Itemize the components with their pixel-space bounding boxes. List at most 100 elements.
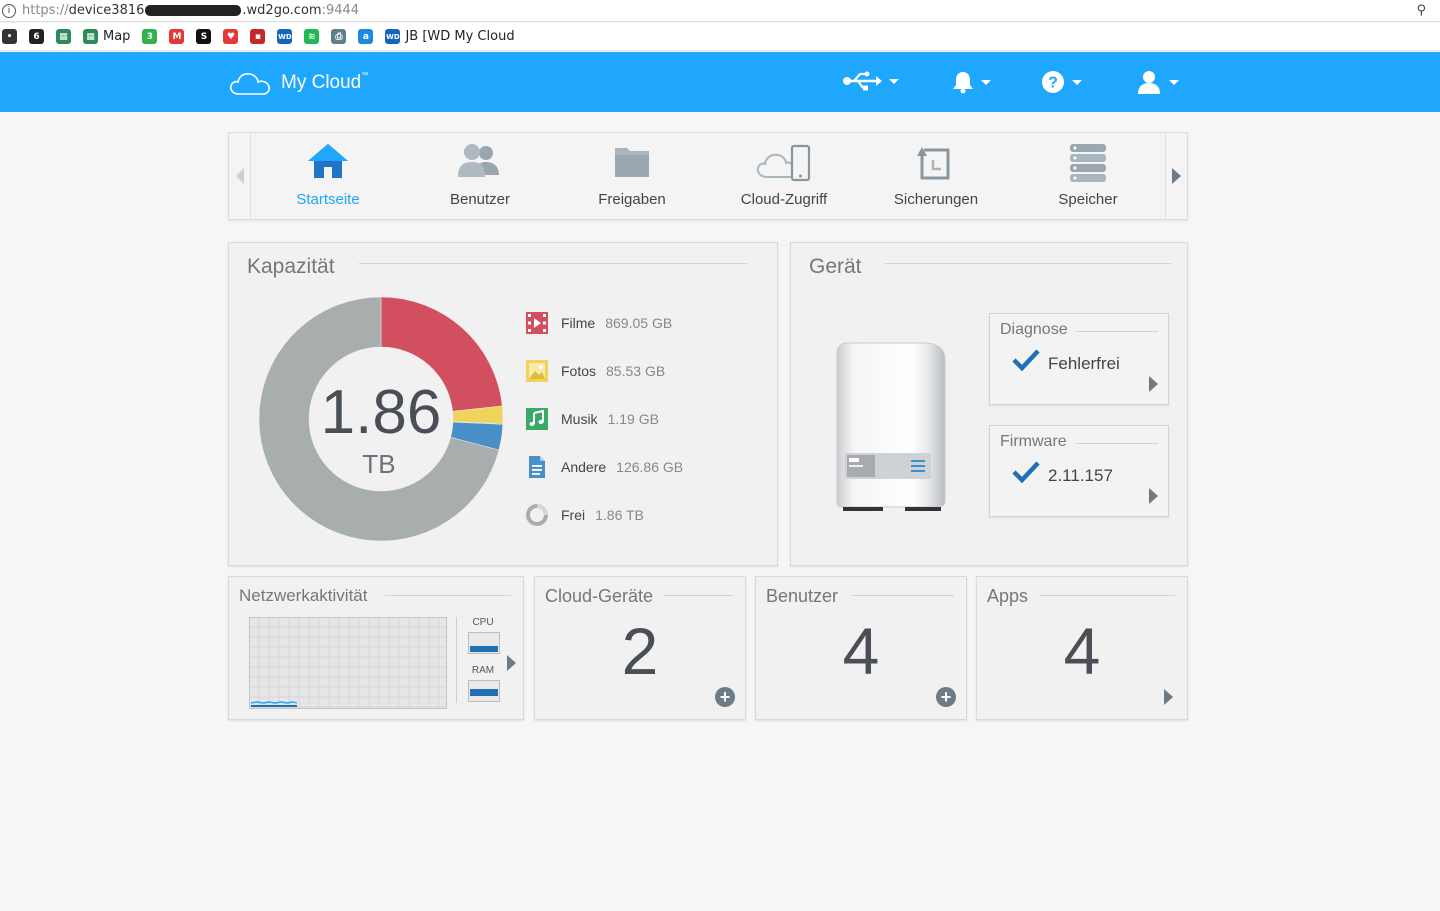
arrow-right-icon[interactable] bbox=[1164, 689, 1173, 705]
bookmarks-bar: • 6 ▦ ▦ Map 3 M S ♥ ▪ WD ≋ ⎙ a WD JB [WD My Cloud bbox=[0, 23, 1440, 51]
film-icon bbox=[526, 312, 548, 334]
bookmark-item[interactable]: 6 bbox=[29, 29, 44, 44]
users-icon bbox=[458, 144, 499, 177]
network-panel: Netzwerkaktivität CPU RAM bbox=[228, 576, 524, 720]
bookmark-item[interactable]: ⎙ bbox=[331, 29, 347, 44]
brand-name: My Cloud bbox=[281, 72, 362, 93]
arrow-left-icon bbox=[235, 168, 244, 184]
network-activity-graph bbox=[249, 617, 447, 709]
arrow-right-icon[interactable] bbox=[1149, 376, 1158, 392]
usb-icon bbox=[843, 71, 882, 91]
bookmark-item[interactable]: S bbox=[196, 29, 212, 44]
backup-icon bbox=[917, 147, 950, 180]
brand-logo[interactable]: My Cloud™ bbox=[229, 70, 368, 96]
music-icon bbox=[526, 408, 548, 430]
bell-icon bbox=[953, 72, 973, 94]
bookmark-label: Map bbox=[103, 29, 131, 44]
apps-panel[interactable]: Apps 4 bbox=[976, 576, 1188, 720]
notifications-menu[interactable] bbox=[952, 70, 991, 94]
nav-next-button[interactable] bbox=[1165, 133, 1187, 219]
user-menu[interactable] bbox=[1136, 70, 1179, 94]
divider bbox=[852, 595, 954, 596]
divider bbox=[1076, 331, 1158, 332]
bookmark-3-icon: 3 bbox=[142, 29, 158, 44]
legend-name: Frei bbox=[561, 507, 586, 523]
cloud-logo-icon bbox=[229, 73, 270, 95]
legend-item-andere: Andere 126.86 GB bbox=[525, 455, 765, 479]
help-menu[interactable]: ? bbox=[1041, 70, 1082, 94]
address-bar[interactable]: i https:// device3816 .wd2go.com :9444 ⚲ bbox=[0, 0, 1440, 22]
bookmark-red-icon: ▪ bbox=[250, 29, 266, 44]
cloud-devices-panel[interactable]: Cloud-Geräte 2 + bbox=[534, 576, 746, 720]
bookmark-item[interactable]: ▦ Map bbox=[83, 29, 130, 44]
nav-item-benutzer[interactable]: Benutzer bbox=[404, 133, 556, 219]
arrow-right-icon[interactable] bbox=[1149, 488, 1158, 504]
bookmark-item[interactable]: • bbox=[2, 29, 17, 44]
nav-item-cloud-zugriff[interactable]: Cloud-Zugriff bbox=[708, 133, 860, 219]
nav-item-sicherungen[interactable]: Sicherungen bbox=[860, 133, 1012, 219]
nav-item-label: Sicherungen bbox=[893, 191, 979, 208]
bookmark-item[interactable]: M bbox=[169, 29, 185, 44]
add-cloud-device-button[interactable]: + bbox=[715, 687, 735, 707]
cloud-access-icon bbox=[756, 144, 811, 182]
storage-icon bbox=[1070, 144, 1106, 182]
legend-name: Fotos bbox=[561, 363, 597, 379]
legend-size: 1.19 GB bbox=[607, 411, 659, 427]
diagnose-title: Diagnose bbox=[1000, 321, 1068, 338]
firmware-card[interactable]: Firmware 2.11.157 bbox=[989, 425, 1169, 517]
bookmark-wd-icon: WD bbox=[385, 29, 401, 44]
cpu-meter bbox=[468, 632, 500, 654]
cloud-devices-count: 2 bbox=[621, 614, 659, 688]
bookmark-item[interactable]: ≋ bbox=[304, 29, 320, 44]
trademark: ™ bbox=[361, 72, 369, 79]
bookmark-item[interactable]: ▦ bbox=[56, 29, 71, 44]
nas-device-image bbox=[836, 342, 946, 511]
bookmark-item[interactable]: 3 bbox=[142, 29, 158, 44]
nav-item-label: Benutzer bbox=[449, 191, 511, 208]
divider bbox=[456, 617, 457, 703]
bookmark-gmail-icon: M bbox=[169, 29, 185, 44]
bookmark-amazon-icon: a bbox=[358, 29, 374, 44]
divider bbox=[663, 595, 733, 596]
main-nav: Startseite Benutzer Freigaben Cloud-Zugr… bbox=[228, 132, 1188, 220]
bookmark-item[interactable]: WD bbox=[277, 29, 293, 44]
checkmark-icon bbox=[1012, 461, 1040, 484]
bookmark-item[interactable]: ▪ bbox=[250, 29, 266, 44]
bookmark-item[interactable]: ♥ bbox=[223, 29, 239, 44]
svg-text:?: ? bbox=[1048, 75, 1058, 92]
apps-title: Apps bbox=[987, 586, 1029, 606]
divider bbox=[1039, 595, 1175, 596]
arrow-right-icon[interactable] bbox=[507, 655, 516, 671]
legend-size: 1.86 TB bbox=[595, 507, 644, 523]
divider bbox=[1076, 443, 1158, 444]
divider bbox=[885, 263, 1171, 264]
firmware-title: Firmware bbox=[1000, 433, 1067, 450]
url-host-end: .wd2go.com bbox=[242, 3, 322, 18]
folder-icon bbox=[615, 148, 649, 177]
site-info-icon[interactable]: i bbox=[2, 3, 16, 18]
device-title: Gerät bbox=[809, 255, 862, 278]
add-user-button[interactable]: + bbox=[936, 687, 956, 707]
diagnose-status: Fehlerfrei bbox=[1048, 354, 1120, 373]
legend-name: Filme bbox=[561, 315, 596, 331]
home-icon bbox=[308, 144, 348, 178]
usb-menu[interactable] bbox=[842, 70, 899, 92]
pin-icon[interactable]: ⚲ bbox=[1416, 3, 1426, 18]
nav-prev-button[interactable] bbox=[229, 133, 251, 219]
nav-item-speicher[interactable]: Speicher bbox=[1012, 133, 1164, 219]
nav-item-startseite[interactable]: Startseite bbox=[252, 133, 404, 219]
bookmark-generic-icon: • bbox=[2, 29, 17, 44]
bookmark-heart-icon: ♥ bbox=[223, 29, 239, 44]
bookmark-map-icon: ▦ bbox=[83, 29, 98, 44]
users-panel[interactable]: Benutzer 4 + bbox=[755, 576, 967, 720]
bookmark-item[interactable]: WD JB [WD My Cloud bbox=[385, 29, 515, 44]
nav-item-label: Startseite bbox=[296, 191, 360, 208]
bookmark-item[interactable]: a bbox=[358, 29, 374, 44]
legend-size: 85.53 GB bbox=[606, 363, 666, 379]
diagnose-card[interactable]: Diagnose Fehlerfrei bbox=[989, 313, 1169, 405]
chevron-down-icon bbox=[1072, 79, 1082, 85]
firmware-version: 2.11.157 bbox=[1048, 466, 1113, 485]
nav-item-freigaben[interactable]: Freigaben bbox=[556, 133, 708, 219]
help-icon: ? bbox=[1042, 71, 1064, 93]
photo-icon bbox=[526, 360, 548, 382]
